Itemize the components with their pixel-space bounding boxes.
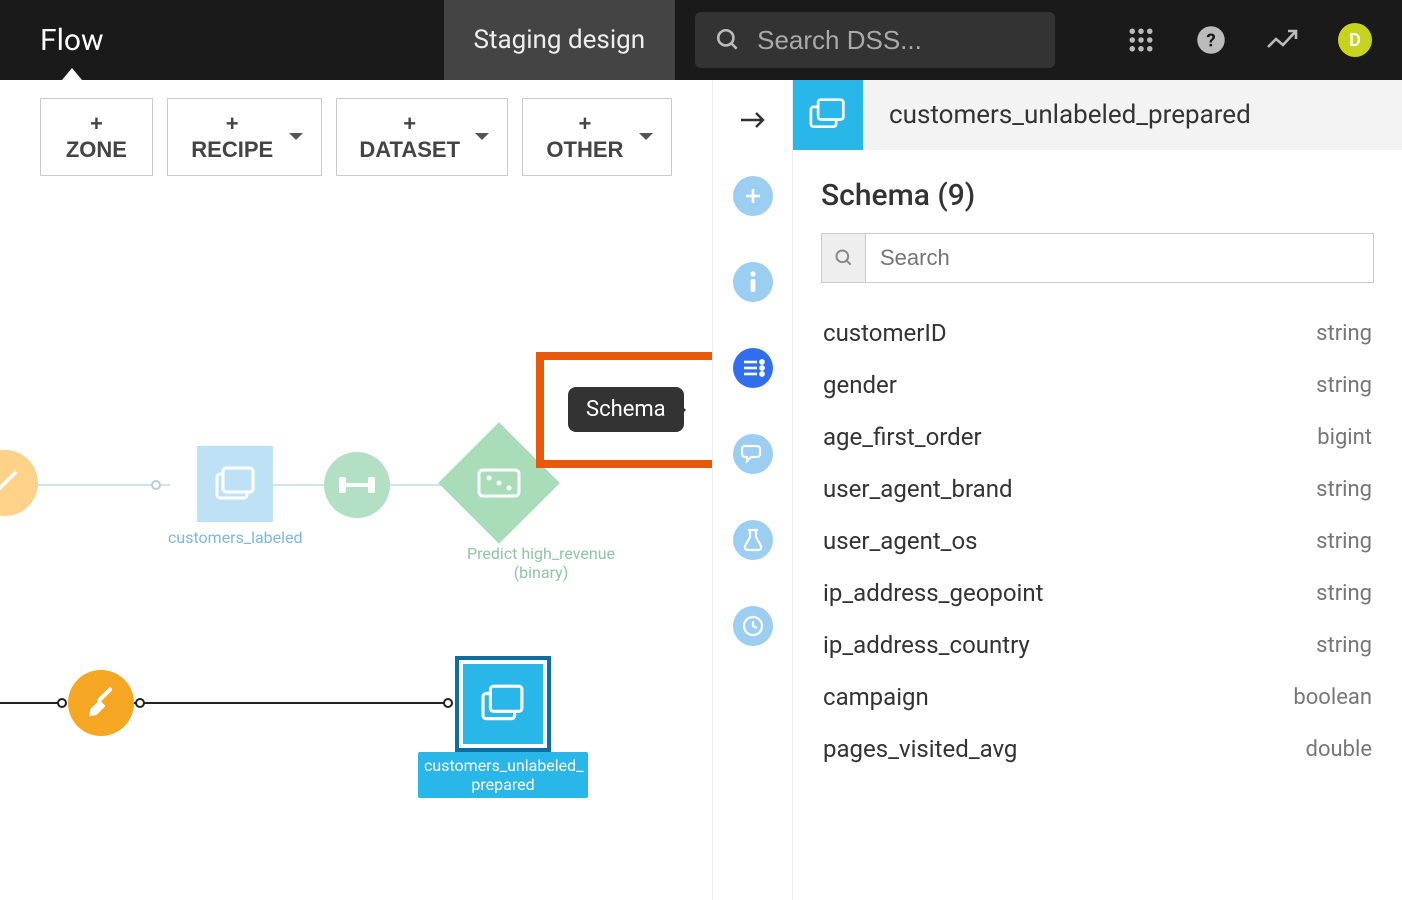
schema-col-type: string bbox=[1316, 373, 1372, 398]
add-zone-label: + ZONE bbox=[59, 111, 134, 163]
schema-col-name: user_agent_os bbox=[823, 527, 978, 555]
schema-row[interactable]: gender string bbox=[821, 359, 1374, 411]
flow-toolbar: + ZONE + RECIPE + DATASET + OTHER bbox=[0, 80, 712, 194]
search-icon bbox=[715, 27, 741, 53]
dataset-node-customers-unlabeled-prepared[interactable]: customers_unlabeled_ prepared bbox=[418, 656, 588, 798]
recipe-node-prepare[interactable] bbox=[0, 450, 38, 516]
schema-col-name: age_first_order bbox=[823, 423, 982, 451]
schema-row[interactable]: user_agent_brand string bbox=[821, 463, 1374, 515]
help-icon[interactable]: ? bbox=[1196, 25, 1226, 55]
rail-history-icon[interactable] bbox=[733, 606, 773, 646]
schema-search[interactable] bbox=[821, 233, 1374, 283]
add-recipe-label: + RECIPE bbox=[186, 111, 279, 163]
schema-list: customerID string gender string age_first_or… bbox=[821, 307, 1374, 775]
apps-grid-icon[interactable] bbox=[1126, 25, 1156, 55]
add-dataset-label: + DATASET bbox=[355, 111, 465, 163]
rail-lab-icon[interactable] bbox=[733, 520, 773, 560]
schema-col-type: double bbox=[1306, 737, 1372, 762]
dataset-node-customers-labeled[interactable]: customers_labeled bbox=[168, 446, 303, 547]
folder-icon bbox=[479, 683, 527, 725]
node-label: Predict high_revenue (binary) bbox=[456, 544, 626, 582]
collapse-panel-icon[interactable] bbox=[739, 110, 767, 130]
chevron-down-icon bbox=[639, 133, 653, 147]
flow-canvas[interactable]: + ZONE + RECIPE + DATASET + OTHER custom… bbox=[0, 80, 712, 900]
folder-icon bbox=[213, 464, 257, 504]
main: + ZONE + RECIPE + DATASET + OTHER custom… bbox=[0, 80, 1402, 900]
tab-staging-design[interactable]: Staging design bbox=[444, 0, 676, 80]
flow-edge bbox=[134, 702, 450, 704]
model-node-predict[interactable]: Predict high_revenue (binary) bbox=[456, 440, 626, 582]
rail-add-icon[interactable] bbox=[733, 176, 773, 216]
schema-col-type: boolean bbox=[1293, 685, 1372, 710]
panel-body: Schema (9) customerID string gender string a… bbox=[793, 150, 1402, 803]
rail-info-icon[interactable] bbox=[733, 262, 773, 302]
dumbbell-icon bbox=[337, 473, 377, 497]
svg-text:?: ? bbox=[1206, 29, 1215, 51]
side-rail bbox=[712, 80, 792, 900]
schema-col-name: user_agent_brand bbox=[823, 475, 1012, 503]
schema-col-type: string bbox=[1316, 633, 1372, 658]
schema-col-type: string bbox=[1316, 477, 1372, 502]
broom-icon bbox=[83, 685, 119, 721]
panel-title: customers_unlabeled_prepared bbox=[863, 100, 1251, 130]
schema-col-name: customerID bbox=[823, 319, 947, 347]
schema-row[interactable]: customerID string bbox=[821, 307, 1374, 359]
user-avatar[interactable]: D bbox=[1338, 23, 1372, 57]
panel-header: customers_unlabeled_prepared bbox=[793, 80, 1402, 150]
topbar-icons: ? D bbox=[1126, 23, 1402, 57]
schema-row[interactable]: pages_visited_avg double bbox=[821, 723, 1374, 775]
rail-schema-icon[interactable] bbox=[733, 348, 773, 388]
dice-icon bbox=[475, 466, 523, 500]
add-other-button[interactable]: + OTHER bbox=[522, 98, 672, 176]
global-search-input[interactable] bbox=[757, 25, 1092, 56]
schema-col-name: campaign bbox=[823, 683, 929, 711]
chevron-down-icon bbox=[289, 133, 303, 147]
active-tab-indicator-icon bbox=[62, 68, 82, 80]
flow-edge-dot bbox=[135, 698, 145, 708]
recipe-node-prepare-active[interactable] bbox=[68, 670, 134, 736]
schema-search-input[interactable] bbox=[866, 234, 1373, 282]
schema-row[interactable]: age_first_order bigint bbox=[821, 411, 1374, 463]
topbar: Flow Staging design ? D bbox=[0, 0, 1402, 80]
search-icon bbox=[822, 234, 866, 282]
rail-discussion-icon[interactable] bbox=[733, 434, 773, 474]
schema-col-name: ip_address_geopoint bbox=[823, 579, 1044, 607]
node-label: customers_unlabeled_ prepared bbox=[418, 752, 588, 798]
schema-col-name: pages_visited_avg bbox=[823, 735, 1017, 763]
schema-section-title: Schema (9) bbox=[821, 178, 1374, 213]
recipe-node-train[interactable] bbox=[324, 452, 390, 518]
schema-col-type: string bbox=[1316, 529, 1372, 554]
schema-col-type: string bbox=[1316, 321, 1372, 346]
global-search[interactable] bbox=[695, 12, 1055, 68]
schema-col-name: gender bbox=[823, 371, 897, 399]
chevron-down-icon bbox=[475, 133, 489, 147]
tooltip-schema: Schema bbox=[568, 387, 684, 432]
add-recipe-button[interactable]: + RECIPE bbox=[167, 98, 322, 176]
activity-icon[interactable] bbox=[1266, 27, 1298, 53]
flow-edge-dot bbox=[57, 698, 67, 708]
add-other-label: + OTHER bbox=[541, 111, 629, 163]
node-label: customers_labeled bbox=[168, 528, 303, 547]
schema-col-type: string bbox=[1316, 581, 1372, 606]
schema-col-name: ip_address_country bbox=[823, 631, 1030, 659]
flow-edge-dot bbox=[151, 480, 161, 490]
schema-row[interactable]: user_agent_os string bbox=[821, 515, 1374, 567]
schema-col-type: bigint bbox=[1317, 425, 1372, 450]
dataset-icon bbox=[793, 80, 863, 150]
schema-row[interactable]: ip_address_geopoint string bbox=[821, 567, 1374, 619]
schema-row[interactable]: campaign boolean bbox=[821, 671, 1374, 723]
add-zone-button[interactable]: + ZONE bbox=[40, 98, 153, 176]
add-dataset-button[interactable]: + DATASET bbox=[336, 98, 508, 176]
tooltip-label: Schema bbox=[586, 397, 666, 422]
schema-row[interactable]: ip_address_country string bbox=[821, 619, 1374, 671]
right-panel: customers_unlabeled_prepared Schema (9) … bbox=[792, 80, 1402, 900]
broom-icon bbox=[0, 466, 22, 500]
